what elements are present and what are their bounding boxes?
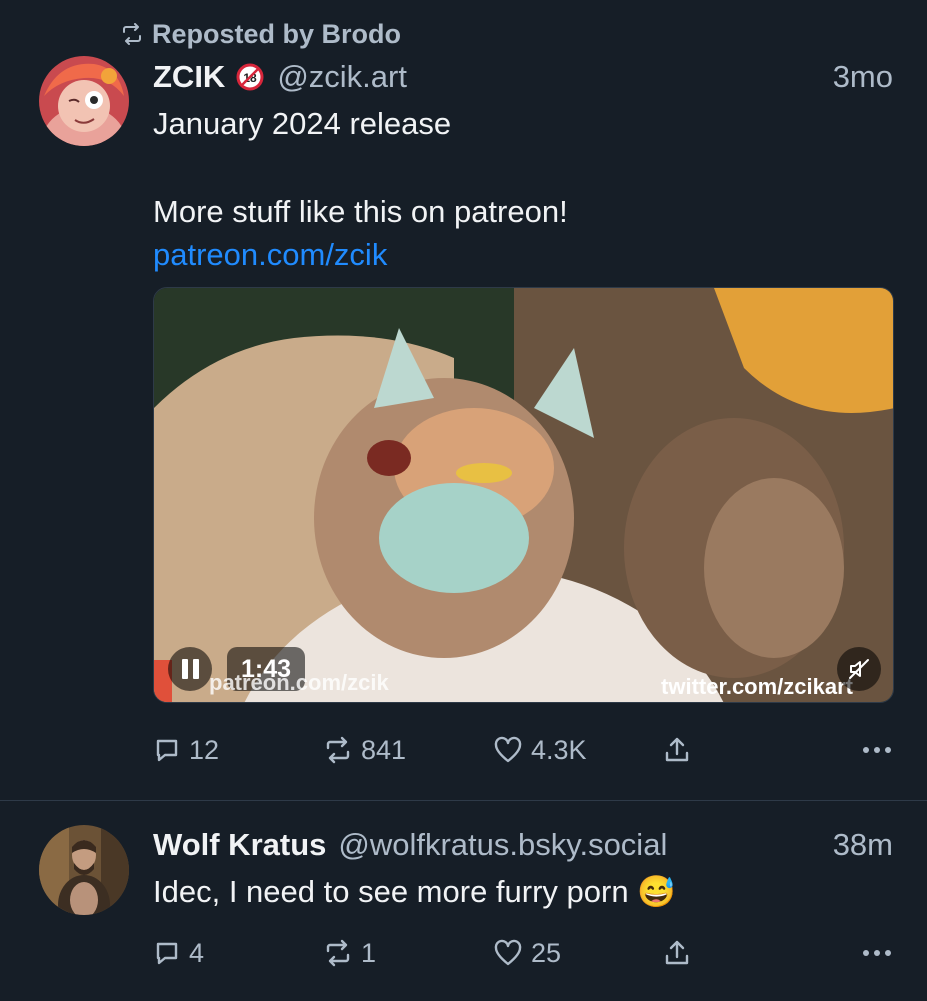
- post-timestamp[interactable]: 38m: [833, 827, 893, 863]
- pause-button[interactable]: [168, 647, 212, 691]
- post-actions: 4 1 25: [153, 933, 893, 973]
- repost-indicator[interactable]: Reposted by Brodo: [120, 18, 401, 50]
- post-timestamp[interactable]: 3mo: [833, 59, 893, 95]
- repost-icon: [326, 736, 350, 764]
- more-options-button[interactable]: [861, 745, 893, 755]
- watermark-twitter: twitter.com/zcikart: [661, 674, 853, 699]
- repost-count: 841: [361, 734, 407, 765]
- like-count: 4.3K: [531, 734, 587, 765]
- video-frame: [154, 288, 893, 702]
- pause-icon: [181, 659, 188, 679]
- heart-icon: [494, 736, 522, 763]
- repost-icon: [326, 939, 350, 967]
- post-wolfkratus[interactable]: Wolf Kratus @wolfkratus.bsky.social 38m …: [0, 800, 927, 1001]
- like-button[interactable]: 25: [493, 938, 663, 969]
- heart-icon: [494, 939, 522, 966]
- repost-count: 1: [361, 937, 377, 968]
- avatar[interactable]: [39, 825, 129, 915]
- post-text-line-1: Idec, I need to see more furry porn 😅: [153, 874, 676, 909]
- like-button[interactable]: 4.3K: [493, 735, 663, 766]
- author-display-name[interactable]: Wolf Kratus: [153, 827, 326, 863]
- repost-label: Reposted by Brodo: [152, 18, 402, 49]
- share-icon: [665, 737, 689, 762]
- author-handle[interactable]: @zcik.art: [277, 59, 407, 95]
- post-header: Wolf Kratus @wolfkratus.bsky.social 38m: [153, 823, 893, 867]
- post-text-line-2: More stuff like this on patreon!: [153, 194, 568, 229]
- like-count: 25: [531, 937, 562, 968]
- reply-icon: [156, 942, 178, 965]
- reply-icon: [156, 739, 178, 762]
- avatar[interactable]: [39, 56, 129, 146]
- patreon-link[interactable]: patreon.com/zcik: [153, 237, 387, 273]
- watermark-patreon: patreon.com/zcik: [209, 670, 389, 695]
- video-player[interactable]: 1:43 patreon.com/zcik twitter.com/zcikar…: [153, 287, 894, 703]
- reply-count: 12: [189, 734, 220, 765]
- post-header: ZCIK 18 @zcik.art 3mo: [153, 55, 893, 99]
- muted-speaker-icon: [849, 659, 869, 679]
- reply-button[interactable]: 12: [153, 735, 323, 766]
- more-dots-icon: [863, 747, 891, 753]
- more-options-button[interactable]: [861, 948, 893, 958]
- author-display-name[interactable]: ZCIK: [153, 59, 225, 95]
- repost-icon: [123, 23, 141, 45]
- share-icon: [665, 940, 689, 965]
- pause-icon-bar: [192, 659, 199, 679]
- unmute-button[interactable]: [837, 647, 881, 691]
- more-dots-icon: [863, 950, 891, 956]
- reply-count: 4: [189, 937, 205, 968]
- share-button[interactable]: [663, 939, 823, 967]
- adult-content-18-icon: 18: [235, 62, 265, 92]
- share-button[interactable]: [663, 736, 823, 764]
- author-handle[interactable]: @wolfkratus.bsky.social: [338, 827, 667, 863]
- post-zcik[interactable]: Reposted by Brodo ZCIK 18 @zcik.art 3mo …: [0, 0, 927, 800]
- post-actions: 12 841 4.3K: [153, 730, 893, 770]
- post-text-line-1: January 2024 release: [153, 106, 452, 141]
- reply-button[interactable]: 4: [153, 938, 323, 969]
- repost-button[interactable]: 1: [323, 938, 493, 969]
- repost-button[interactable]: 841: [323, 735, 493, 766]
